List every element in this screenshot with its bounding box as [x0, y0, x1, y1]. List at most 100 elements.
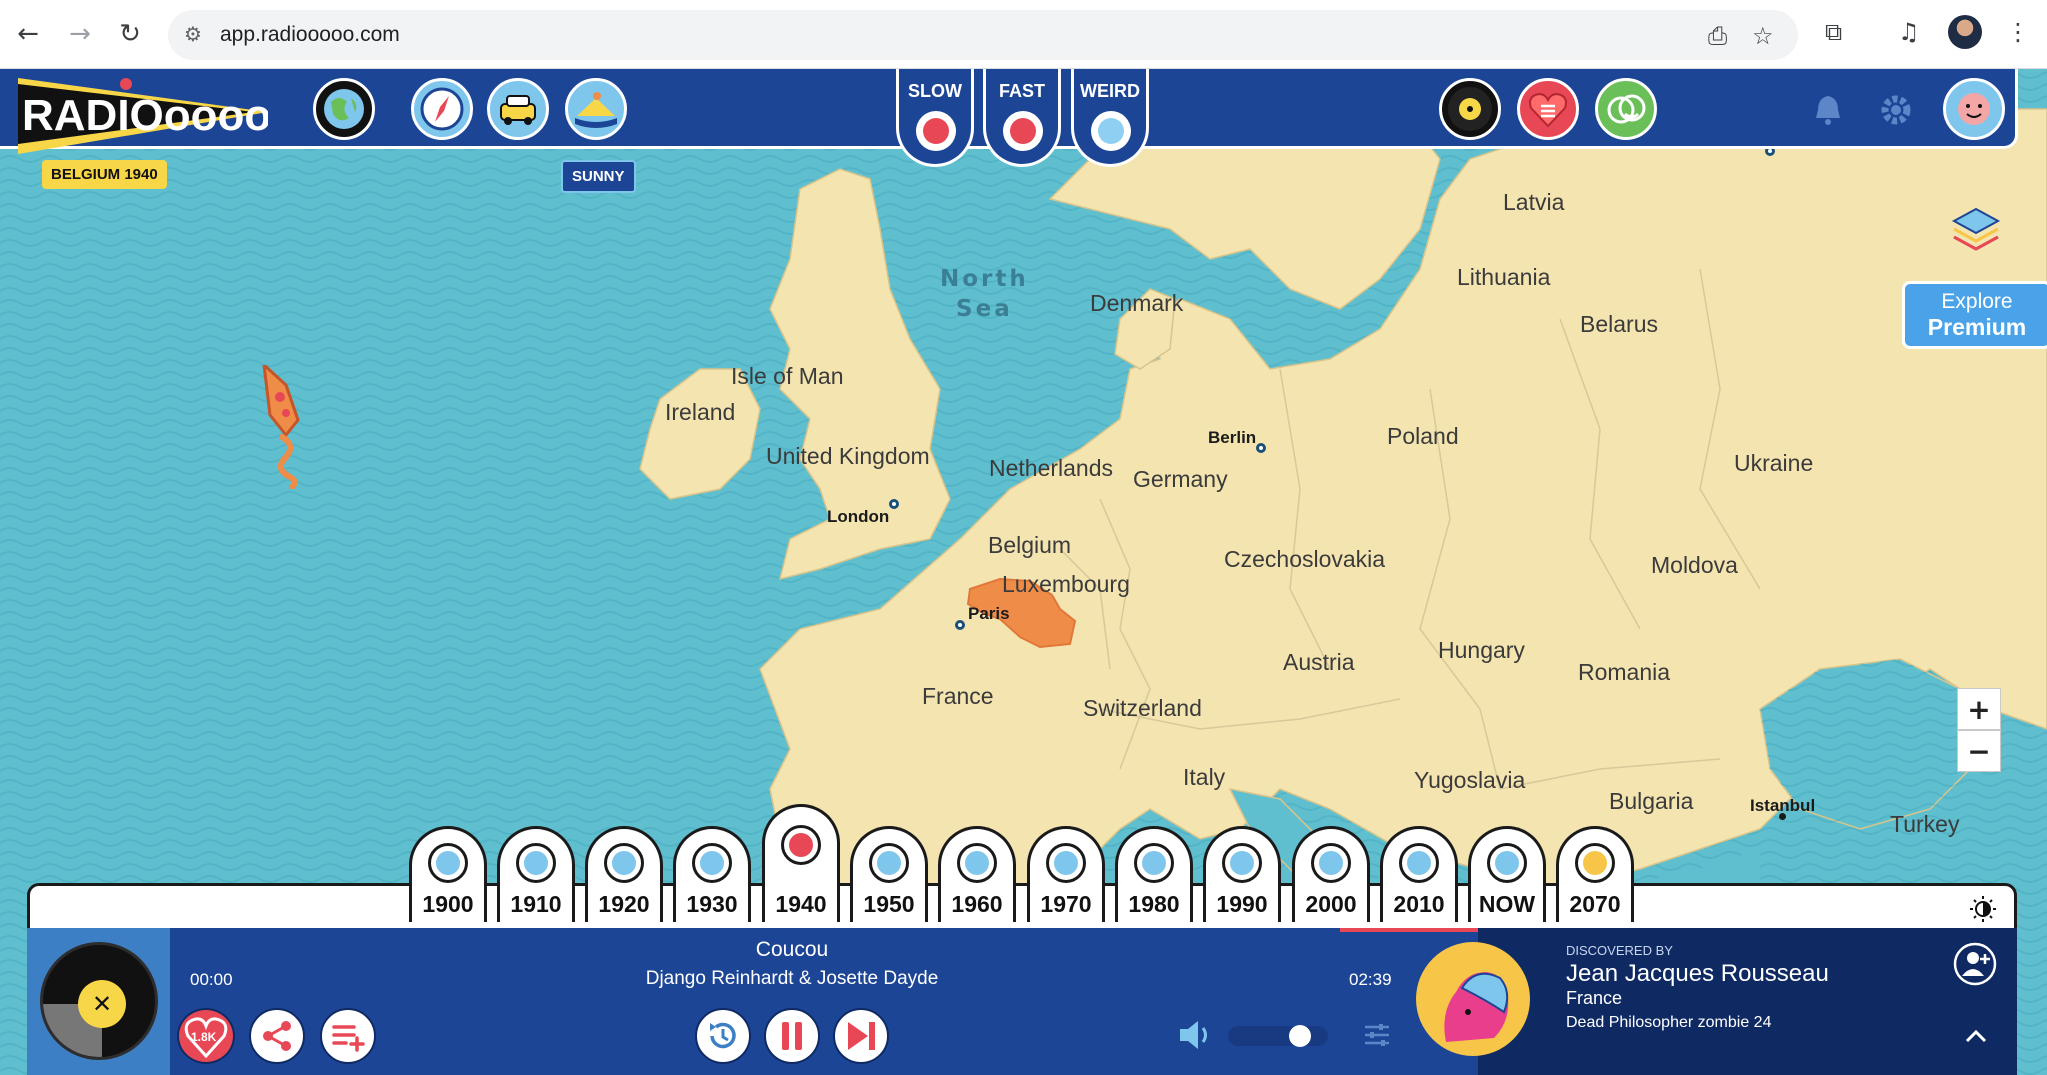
country-label-denmark: Denmark [1090, 290, 1184, 316]
volume-slider[interactable] [1228, 1026, 1328, 1046]
country-label-latvia: Latvia [1503, 189, 1565, 215]
mood-toggle-slow[interactable] [916, 111, 956, 151]
like-button[interactable]: 1.8K [177, 1008, 235, 1064]
discoverer-avatar[interactable] [1416, 942, 1530, 1056]
gear-icon[interactable] [1876, 90, 1916, 130]
decade-1940[interactable]: 1940 [762, 804, 840, 922]
mood-toggle-fast[interactable] [1003, 111, 1043, 151]
bookmark-star-icon[interactable]: ☆ [1752, 22, 1774, 50]
premium-label: Premium [1927, 314, 2027, 340]
country-label-lithuania: Lithuania [1457, 264, 1551, 290]
discovered-by-panel [1478, 928, 2017, 1075]
skip-next-icon [848, 1022, 875, 1050]
mood-label-fast: FAST [998, 81, 1045, 101]
city-marker-london[interactable] [889, 499, 899, 509]
mood-tab-slow[interactable]: SLOW [896, 69, 974, 167]
heart-list-icon[interactable] [1517, 78, 1579, 140]
browser-menu-icon[interactable]: ⋮ [2006, 18, 2030, 46]
url-text[interactable]: app.radiooooo.com [220, 23, 400, 47]
explore-premium-button[interactable]: Explore Premium [1902, 281, 2047, 349]
decade-1910[interactable]: 1910 [497, 826, 575, 922]
compass-icon[interactable] [411, 78, 473, 140]
country-label-bulgaria: Bulgaria [1609, 788, 1694, 814]
chevron-up-icon[interactable] [1964, 1028, 1988, 1044]
share-icon [263, 1021, 291, 1051]
globe-icon[interactable] [313, 78, 375, 140]
city-marker-paris[interactable] [955, 620, 965, 630]
decade-1920[interactable]: 1920 [585, 826, 663, 922]
decade-2000[interactable]: 2000 [1292, 826, 1370, 922]
pause-button[interactable] [764, 1008, 820, 1064]
country-label-czechoslovakia: Czechoslovakia [1224, 546, 1386, 572]
mood-toggle-weird[interactable] [1091, 111, 1131, 151]
equalizer-icon[interactable] [1362, 1020, 1392, 1050]
skip-next-button[interactable] [833, 1008, 889, 1064]
decade-1930[interactable]: 1930 [673, 826, 751, 922]
discoverer-name[interactable]: Jean Jacques Rousseau [1566, 960, 1829, 988]
weather-tag[interactable]: SUNNY [561, 160, 636, 193]
elapsed-time: 00:00 [190, 970, 233, 989]
extensions-icon[interactable]: ⧉ [1825, 18, 1842, 46]
mood-label-weird: WEIRD [1080, 81, 1140, 101]
country-label-austria: Austria [1283, 649, 1355, 675]
record-icon[interactable] [1439, 78, 1501, 140]
radiooooo-logo[interactable]: RADIOoooo [18, 78, 268, 154]
country-label-hungary: Hungary [1438, 637, 1525, 663]
island-icon[interactable] [565, 78, 627, 140]
zoom-in-button[interactable]: + [1957, 688, 2001, 730]
vinyl-record-icon[interactable]: ✕ [40, 942, 158, 1060]
city-label-berlin: Berlin [1208, 428, 1257, 447]
profile-avatar[interactable] [1948, 15, 1982, 49]
decade-1900[interactable]: 1900 [409, 826, 487, 922]
bell-icon[interactable] [1808, 90, 1848, 130]
decade-now[interactable]: NOW [1468, 826, 1546, 922]
smiley-icon[interactable] [1595, 78, 1657, 140]
history-button[interactable] [695, 1008, 751, 1064]
country-label-germany: Germany [1133, 466, 1228, 492]
mood-tab-fast[interactable]: FAST [983, 69, 1061, 167]
layers-icon[interactable] [1950, 205, 2002, 255]
close-icon[interactable]: ✕ [78, 980, 126, 1028]
location-tag[interactable]: BELGIUM 1940 [42, 160, 167, 189]
city-label-paris: Paris [968, 604, 1010, 623]
country-label-netherlands: Netherlands [989, 455, 1114, 481]
site-settings-icon[interactable]: ⚙ [184, 22, 202, 46]
back-arrow-icon[interactable]: ← [8, 14, 48, 54]
forward-arrow-icon[interactable]: → [60, 14, 100, 54]
decade-1980[interactable]: 1980 [1115, 826, 1193, 922]
country-label-ireland: Ireland [665, 399, 736, 425]
city-label-london: London [827, 507, 890, 526]
country-label-yugoslavia: Yugoslavia [1414, 767, 1526, 793]
decade-1970[interactable]: 1970 [1027, 826, 1105, 922]
country-label-italy: Italy [1183, 764, 1226, 790]
decade-1960[interactable]: 1960 [938, 826, 1016, 922]
add-to-playlist-button[interactable] [320, 1008, 376, 1064]
discoverer-subtitle: Dead Philosopher zombie 24 [1566, 1014, 1772, 1031]
decade-1990[interactable]: 1990 [1203, 826, 1281, 922]
song-title: Coucou [755, 938, 829, 961]
rocket-icon[interactable] [256, 365, 326, 489]
decade-1950[interactable]: 1950 [850, 826, 928, 922]
brightness-icon[interactable] [1968, 894, 1998, 924]
user-avatar[interactable] [1943, 78, 2005, 140]
reload-icon[interactable]: ↻ [110, 14, 150, 54]
follow-user-icon[interactable] [1953, 942, 1997, 986]
discovered-label: DISCOVERED BY [1566, 943, 1673, 958]
playlist-add-icon [332, 1025, 365, 1052]
volume-knob[interactable] [1288, 1025, 1311, 1047]
decade-2070[interactable]: 2070 [1556, 826, 1634, 922]
country-label-moldova: Moldova [1651, 552, 1738, 578]
decade-2010[interactable]: 2010 [1380, 826, 1458, 922]
zoom-out-button[interactable]: − [1957, 730, 2001, 772]
address-bar[interactable]: ⚙ app.radiooooo.com ⎙ ☆ [168, 10, 1798, 60]
volume-icon[interactable] [1178, 1018, 1216, 1052]
city-marker-berlin[interactable] [1256, 443, 1266, 453]
share-button[interactable] [249, 1008, 305, 1064]
mood-tab-weird[interactable]: WEIRD [1071, 69, 1149, 167]
taxi-icon[interactable] [487, 78, 549, 140]
discoverer-country: France [1566, 988, 1623, 1008]
progress-bar[interactable] [1340, 928, 1478, 932]
media-controls-icon[interactable]: ♫ [1898, 18, 1920, 46]
explore-label: Explore [1941, 290, 2013, 313]
install-app-icon[interactable]: ⎙ [1708, 22, 1727, 50]
